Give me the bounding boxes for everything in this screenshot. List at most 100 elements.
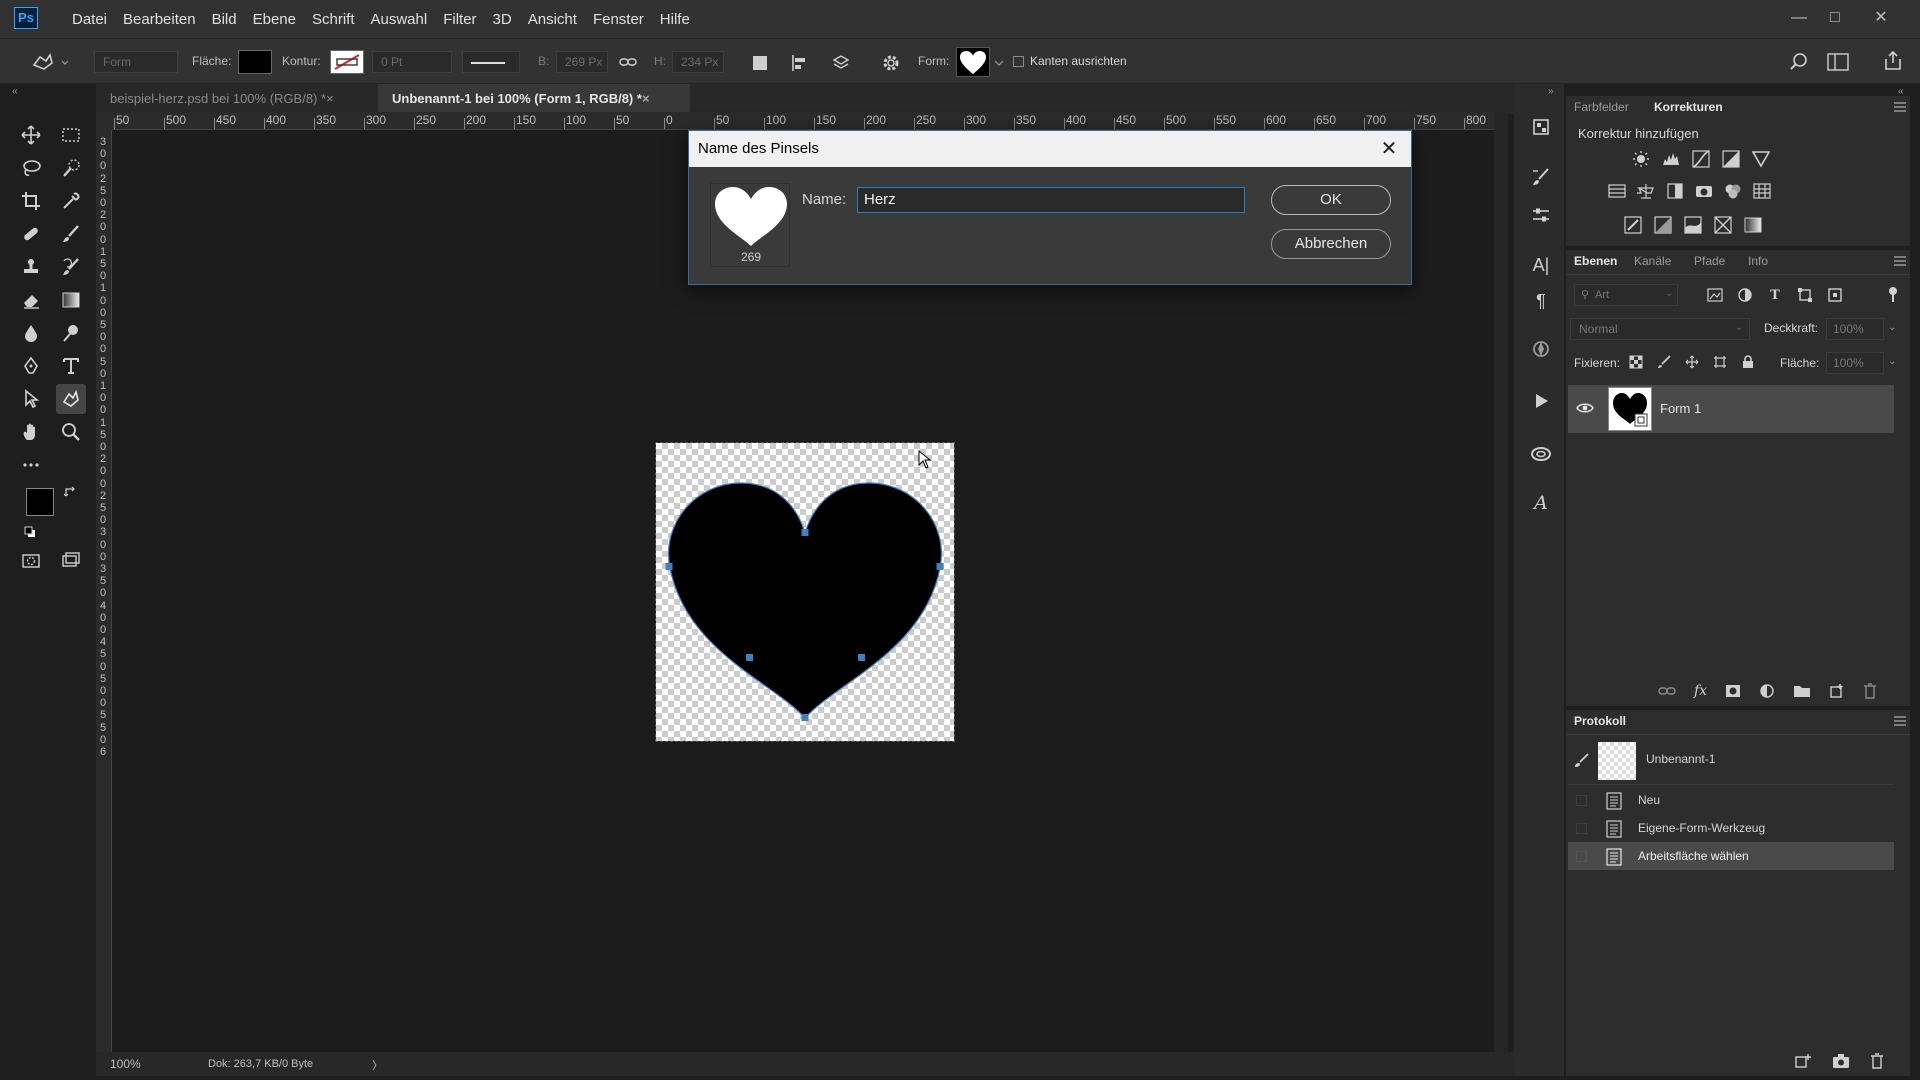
- link-layers-icon[interactable]: [1658, 685, 1676, 697]
- tab-pfade[interactable]: Pfade: [1694, 250, 1725, 272]
- menu-schrift[interactable]: Schrift: [304, 11, 363, 28]
- filter-toggle-icon[interactable]: [1886, 286, 1900, 304]
- lock-all-icon[interactable]: [1740, 354, 1756, 370]
- brush-settings-icon[interactable]: [1530, 166, 1552, 188]
- height-input[interactable]: 234 Px: [672, 51, 724, 73]
- navigator-icon[interactable]: [1530, 338, 1552, 360]
- properties-icon[interactable]: [1530, 204, 1552, 226]
- invert-icon[interactable]: [1622, 214, 1644, 236]
- black-white-icon[interactable]: [1664, 180, 1686, 202]
- type-tool-icon[interactable]: [56, 351, 86, 381]
- lock-image-pixels-icon[interactable]: [1656, 354, 1672, 370]
- lock-position-icon[interactable]: [1684, 354, 1700, 370]
- chevron-down-icon[interactable]: ⌄: [1888, 356, 1896, 367]
- clone-stamp-tool-icon[interactable]: [16, 252, 46, 282]
- lasso-tool-icon[interactable]: [16, 153, 46, 183]
- lock-artboard-icon[interactable]: [1712, 354, 1728, 370]
- close-icon[interactable]: ✕: [1377, 137, 1401, 161]
- collapse-panels-icon[interactable]: »: [1548, 86, 1554, 97]
- cancel-button[interactable]: Abbrechen: [1271, 229, 1391, 259]
- history-item[interactable]: Eigene-Form-Werkzeug: [1568, 814, 1894, 842]
- threshold-icon[interactable]: [1682, 214, 1704, 236]
- shape-picker-heart-icon[interactable]: [956, 47, 990, 77]
- tab-beispiel-herz[interactable]: beispiel-herz.psd bei 100% (RGB/8) *×: [96, 84, 378, 114]
- tab-korrekturen[interactable]: Korrekturen: [1654, 96, 1723, 118]
- history-brush-source-icon[interactable]: [1574, 752, 1590, 768]
- chevron-down-icon[interactable]: [994, 59, 1004, 67]
- brush-tool-icon[interactable]: [56, 219, 86, 249]
- quick-selection-tool-icon[interactable]: [56, 153, 86, 183]
- tab-close-icon[interactable]: ×: [642, 91, 650, 106]
- layer-filter-select[interactable]: ⚲ Art ⌄: [1574, 284, 1678, 306]
- visibility-eye-icon[interactable]: [1576, 401, 1594, 415]
- eraser-tool-icon[interactable]: [16, 285, 46, 315]
- menu-3d[interactable]: 3D: [485, 11, 520, 28]
- color-balance-icon[interactable]: [1635, 180, 1657, 202]
- width-input[interactable]: 269 Px: [556, 51, 608, 73]
- history-item[interactable]: Neu: [1568, 786, 1894, 814]
- lock-transparent-pixels-icon[interactable]: [1628, 354, 1644, 370]
- more-tools-icon[interactable]: [16, 450, 46, 480]
- ok-button[interactable]: OK: [1271, 185, 1391, 215]
- eyedropper-tool-icon[interactable]: [56, 186, 86, 216]
- stroke-swatch[interactable]: [330, 50, 364, 74]
- hand-tool-icon[interactable]: [16, 417, 46, 447]
- tab-ebenen[interactable]: Ebenen: [1574, 250, 1617, 272]
- blur-tool-icon[interactable]: [16, 318, 46, 348]
- history-brush-checkbox[interactable]: [1576, 823, 1587, 834]
- new-layer-icon[interactable]: [1829, 683, 1845, 699]
- align-edges-checkbox[interactable]: [1013, 56, 1024, 67]
- new-group-icon[interactable]: [1793, 684, 1811, 698]
- filter-type-icon[interactable]: T: [1766, 286, 1784, 304]
- creative-cloud-icon[interactable]: [1530, 442, 1552, 464]
- photo-filter-icon[interactable]: [1693, 180, 1715, 202]
- default-colors-icon[interactable]: [24, 526, 36, 538]
- crop-tool-icon[interactable]: [16, 186, 46, 216]
- tab-info[interactable]: Info: [1748, 250, 1768, 272]
- healing-brush-tool-icon[interactable]: [16, 219, 46, 249]
- fill-swatch[interactable]: [238, 50, 272, 74]
- close-window-icon[interactable]: ✕: [1866, 6, 1896, 30]
- custom-shape-tool-icon[interactable]: [56, 384, 86, 414]
- levels-icon[interactable]: [1660, 148, 1682, 170]
- collapse-toolbar-icon[interactable]: «: [12, 86, 18, 97]
- add-mask-icon[interactable]: [1725, 684, 1741, 698]
- brush-name-input[interactable]: Herz: [857, 187, 1245, 213]
- filter-shape-icon[interactable]: [1796, 286, 1814, 304]
- tab-protokoll[interactable]: Protokoll: [1574, 710, 1626, 732]
- posterize-icon[interactable]: [1652, 214, 1674, 236]
- menu-ebene[interactable]: Ebene: [245, 11, 304, 28]
- camera-snapshot-icon[interactable]: [1832, 1053, 1850, 1069]
- screen-mode-icon[interactable]: [56, 546, 86, 576]
- link-icon[interactable]: [618, 53, 638, 71]
- paragraph-icon[interactable]: ¶: [1530, 290, 1552, 312]
- stroke-type-select[interactable]: [462, 51, 520, 73]
- color-lookup-icon[interactable]: [1751, 180, 1773, 202]
- blend-mode-select[interactable]: Normal ⌄: [1570, 318, 1750, 340]
- tab-farbfelder[interactable]: Farbfelder: [1574, 96, 1629, 118]
- gear-icon[interactable]: [880, 52, 902, 74]
- stroke-width-input[interactable]: 0 Pt: [372, 51, 452, 73]
- artboard[interactable]: [655, 442, 955, 742]
- path-arrangement-icon[interactable]: [830, 52, 852, 74]
- menu-bearbeiten[interactable]: Bearbeiten: [115, 11, 204, 28]
- filter-adjustment-icon[interactable]: [1736, 286, 1754, 304]
- pen-tool-icon[interactable]: [16, 351, 46, 381]
- filter-pixel-icon[interactable]: [1706, 286, 1724, 304]
- heart-shape[interactable]: [656, 443, 954, 741]
- path-selection-tool-icon[interactable]: [16, 384, 46, 414]
- fill-input[interactable]: 100%: [1826, 352, 1884, 374]
- move-tool-icon[interactable]: [16, 120, 46, 150]
- libraries-icon[interactable]: [1530, 116, 1552, 138]
- dodge-tool-icon[interactable]: [56, 318, 86, 348]
- brightness-icon[interactable]: [1630, 148, 1652, 170]
- menu-datei[interactable]: Datei: [64, 11, 115, 28]
- zoom-tool-icon[interactable]: [56, 417, 86, 447]
- delete-state-icon[interactable]: [1870, 1053, 1884, 1069]
- fx-icon[interactable]: fx: [1694, 683, 1707, 699]
- share-icon[interactable]: [1882, 49, 1904, 73]
- panel-menu-icon[interactable]: [1894, 102, 1906, 112]
- tab-unbenannt-1[interactable]: Unbenannt-1 bei 100% (Form 1, RGB/8) *×: [378, 84, 690, 114]
- history-snapshot-row[interactable]: Unbenannt-1: [1568, 738, 1894, 782]
- history-brush-checkbox[interactable]: [1576, 795, 1587, 806]
